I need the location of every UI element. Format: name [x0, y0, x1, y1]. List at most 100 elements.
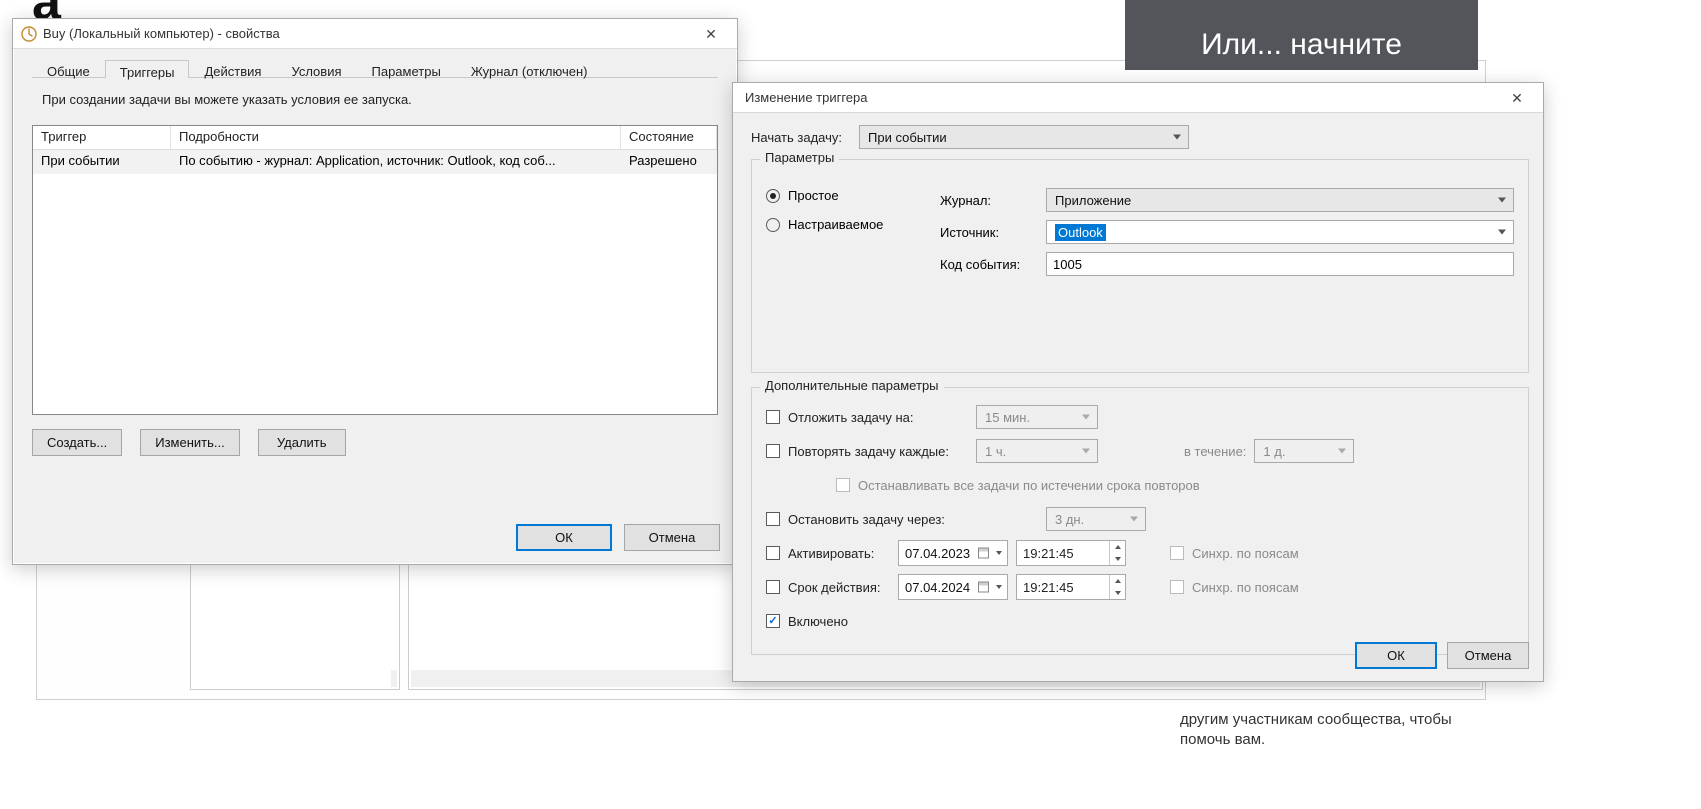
- ok-button[interactable]: ОК: [1355, 642, 1437, 669]
- calendar-icon: [978, 582, 989, 593]
- repeat-checkbox[interactable]: [766, 444, 780, 458]
- radio-dot-icon: [766, 218, 780, 232]
- help-text: другим участникам сообщества, чтобы помо…: [1180, 710, 1470, 751]
- cell-details: По событию - журнал: Application, источн…: [171, 150, 621, 174]
- radio-simple[interactable]: Простое: [766, 188, 900, 203]
- window-title: Buy (Локальный компьютер) - свойства: [43, 26, 691, 41]
- stop-value: 3 дн.: [1055, 512, 1084, 527]
- tab-triggers[interactable]: Триггеры: [105, 60, 190, 78]
- log-value: Приложение: [1055, 193, 1131, 208]
- col-state[interactable]: Состояние: [621, 126, 717, 149]
- titlebar[interactable]: Изменение триггера ✕: [733, 83, 1543, 113]
- clock-icon: [21, 26, 37, 42]
- activate-time-value: 19:21:45: [1023, 546, 1074, 561]
- log-label: Журнал:: [940, 193, 1040, 208]
- tab-hint: При создании задачи вы можете указать ус…: [32, 92, 718, 125]
- advanced-fieldset: Дополнительные параметры Отложить задачу…: [751, 387, 1529, 655]
- edit-button[interactable]: Изменить...: [140, 429, 239, 456]
- close-icon: ✕: [705, 27, 717, 41]
- enabled-label: Включено: [788, 614, 848, 629]
- tab-strip: Общие Триггеры Действия Условия Параметр…: [14, 49, 736, 77]
- params-legend: Параметры: [760, 150, 839, 165]
- advanced-legend: Дополнительные параметры: [760, 378, 944, 393]
- expire-label: Срок действия:: [788, 580, 890, 595]
- calendar-icon: [978, 548, 989, 559]
- stopall-label: Останавливать все задачи по истечении ср…: [858, 478, 1200, 493]
- radio-custom[interactable]: Настраиваемое: [766, 217, 900, 232]
- cancel-button[interactable]: Отмена: [1447, 642, 1529, 669]
- repeat-label: Повторять задачу каждые:: [788, 444, 968, 459]
- close-icon: ✕: [1511, 91, 1523, 105]
- col-details[interactable]: Подробности: [171, 126, 621, 149]
- for-value: 1 д.: [1263, 444, 1285, 459]
- source-label: Источник:: [940, 225, 1040, 240]
- expire-time-value: 19:21:45: [1023, 580, 1074, 595]
- tab-actions[interactable]: Действия: [189, 59, 276, 77]
- repeat-combo[interactable]: 1 ч.: [976, 439, 1098, 463]
- delay-value: 15 мин.: [985, 410, 1030, 425]
- tab-history[interactable]: Журнал (отключен): [456, 59, 603, 77]
- eventid-label: Код события:: [940, 257, 1040, 272]
- triggers-listview[interactable]: Триггер Подробности Состояние При событи…: [32, 125, 718, 415]
- delay-checkbox[interactable]: [766, 410, 780, 424]
- tab-general[interactable]: Общие: [32, 59, 105, 77]
- expire-time[interactable]: 19:21:45: [1016, 574, 1126, 600]
- tab-conditions[interactable]: Условия: [276, 59, 356, 77]
- cell-state: Разрешено: [621, 150, 717, 174]
- begin-task-value: При событии: [868, 130, 947, 145]
- radio-custom-label: Настраиваемое: [788, 217, 883, 232]
- cell-trigger: При событии: [33, 150, 171, 174]
- titlebar[interactable]: Buy (Локальный компьютер) - свойства ✕: [13, 19, 737, 49]
- listview-header: Триггер Подробности Состояние: [33, 126, 717, 150]
- stopall-checkbox: [836, 478, 850, 492]
- listview-row[interactable]: При событии По событию - журнал: Applica…: [33, 150, 717, 174]
- activate-time[interactable]: 19:21:45: [1016, 540, 1126, 566]
- close-button[interactable]: ✕: [691, 20, 731, 48]
- expire-date[interactable]: 07.04.2024: [898, 574, 1008, 600]
- source-combo[interactable]: Outlook: [1046, 220, 1514, 244]
- stop-combo[interactable]: 3 дн.: [1046, 507, 1146, 531]
- enabled-checkbox[interactable]: [766, 614, 780, 628]
- for-label: в течение:: [1184, 444, 1246, 459]
- begin-task-label: Начать задачу:: [751, 130, 849, 145]
- create-button[interactable]: Создать...: [32, 429, 122, 456]
- radio-dot-icon: [766, 189, 780, 203]
- log-combo[interactable]: Приложение: [1046, 188, 1514, 212]
- spinner-icon[interactable]: [1109, 541, 1125, 565]
- banner-tile: Или... начните: [1125, 0, 1478, 70]
- repeat-value: 1 ч.: [985, 444, 1006, 459]
- sync2-label: Синхр. по поясам: [1192, 580, 1299, 595]
- tab-panel-triggers: При создании задачи вы можете указать ус…: [32, 77, 718, 456]
- stop-label: Остановить задачу через:: [788, 512, 1038, 527]
- stop-checkbox[interactable]: [766, 512, 780, 526]
- eventid-input[interactable]: 1005: [1046, 252, 1514, 276]
- expire-date-value: 07.04.2024: [905, 580, 970, 595]
- sync1-label: Синхр. по поясам: [1192, 546, 1299, 561]
- tab-settings[interactable]: Параметры: [357, 59, 456, 77]
- activate-label: Активировать:: [788, 546, 890, 561]
- edit-trigger-dialog: Изменение триггера ✕ Начать задачу: При …: [732, 82, 1544, 682]
- sync1-checkbox: [1170, 546, 1184, 560]
- delete-button[interactable]: Удалить: [258, 429, 346, 456]
- delay-label: Отложить задачу на:: [788, 410, 968, 425]
- begin-task-combo[interactable]: При событии: [859, 125, 1189, 149]
- source-value: Outlook: [1055, 224, 1106, 241]
- spinner-icon[interactable]: [1109, 575, 1125, 599]
- task-properties-dialog: Buy (Локальный компьютер) - свойства ✕ О…: [12, 18, 738, 565]
- params-fieldset: Параметры Простое Настраиваемое Журнал: …: [751, 159, 1529, 373]
- radio-simple-label: Простое: [788, 188, 839, 203]
- col-trigger[interactable]: Триггер: [33, 126, 171, 149]
- eventid-value: 1005: [1053, 257, 1082, 272]
- activate-date[interactable]: 07.04.2023: [898, 540, 1008, 566]
- sync2-checkbox: [1170, 580, 1184, 594]
- cancel-button[interactable]: Отмена: [624, 524, 720, 551]
- expire-checkbox[interactable]: [766, 580, 780, 594]
- activate-date-value: 07.04.2023: [905, 546, 970, 561]
- close-button[interactable]: ✕: [1497, 84, 1537, 112]
- activate-checkbox[interactable]: [766, 546, 780, 560]
- for-combo[interactable]: 1 д.: [1254, 439, 1354, 463]
- window-title: Изменение триггера: [741, 90, 1497, 105]
- scrollbar[interactable]: [391, 670, 397, 687]
- delay-combo[interactable]: 15 мин.: [976, 405, 1098, 429]
- ok-button[interactable]: ОК: [516, 524, 612, 551]
